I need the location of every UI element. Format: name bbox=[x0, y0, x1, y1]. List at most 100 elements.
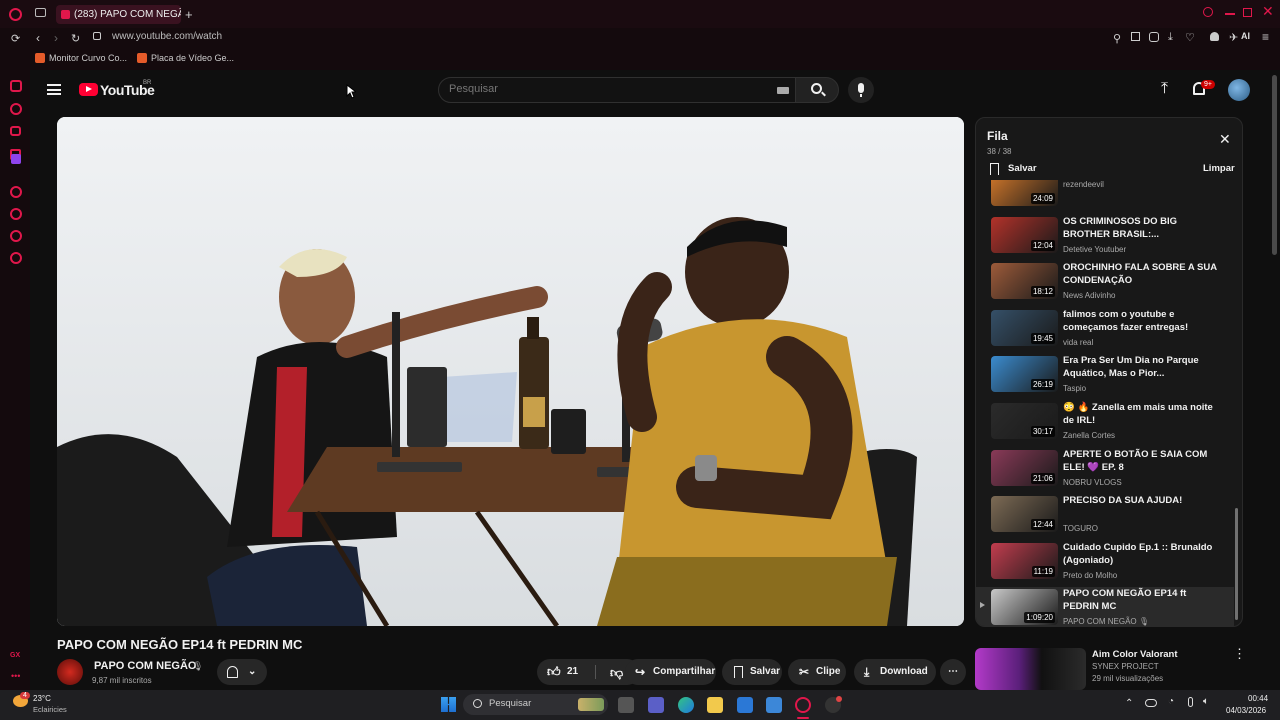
messenger-icon[interactable] bbox=[10, 126, 21, 136]
search-input[interactable] bbox=[449, 83, 749, 95]
queue-item[interactable]: 30:17 😳 🔥 Zanella em mais uma noite de IR… bbox=[976, 401, 1236, 447]
queue-item-title[interactable]: OS CRIMINOSOS DO BIG BROTHER BRASIL:... bbox=[1063, 215, 1223, 241]
recommendation-thumbnail[interactable] bbox=[975, 648, 1086, 690]
download-button[interactable]: ⤓ Download bbox=[854, 659, 936, 685]
recent-icon[interactable] bbox=[10, 103, 22, 115]
clock-time[interactable]: 00:44 bbox=[1248, 694, 1268, 703]
avatar[interactable] bbox=[1228, 79, 1250, 101]
queue-item[interactable]: 12:44 PRECISO DA SUA AJUDA! TOGURO bbox=[976, 494, 1236, 540]
microphone-tray-icon[interactable] bbox=[1188, 697, 1193, 707]
heart-icon[interactable]: ♡ bbox=[1185, 31, 1195, 44]
queue-item-title[interactable]: 😳 🔥 Zanella em mais uma noite de IRL! bbox=[1063, 401, 1223, 427]
queue-item-thumbnail[interactable]: 30:17 bbox=[991, 403, 1058, 439]
twitch-icon[interactable] bbox=[11, 154, 21, 164]
forward-icon[interactable]: › bbox=[54, 31, 58, 45]
file-explorer-icon[interactable] bbox=[707, 697, 723, 713]
taskbar-search-box[interactable]: Pesquisar bbox=[463, 694, 608, 715]
queue-item[interactable]: 18:12 OROCHINHO FALA SOBRE A SUA CONDENAÇ… bbox=[976, 261, 1236, 307]
keyboard-icon[interactable] bbox=[777, 87, 789, 94]
recommendation-menu-icon[interactable]: ⋮ bbox=[1233, 646, 1246, 662]
queue-item-thumbnail[interactable]: 18:12 bbox=[991, 263, 1058, 300]
bookmark-save-icon[interactable] bbox=[990, 163, 999, 175]
queue-item-title[interactable]: Era Pra Ser Um Dia no Parque Aquático, M… bbox=[1063, 354, 1223, 380]
search-tabs-icon[interactable] bbox=[1203, 7, 1213, 17]
teams-icon[interactable] bbox=[648, 697, 664, 713]
queue-item-thumbnail[interactable]: 19:45 bbox=[991, 309, 1058, 346]
vpn-icon[interactable] bbox=[1149, 32, 1159, 42]
hamburger-menu-icon[interactable] bbox=[47, 84, 61, 95]
weather-temp[interactable]: 23°C bbox=[33, 694, 51, 703]
queue-item[interactable]: 1:09:20 PAPO COM NEGÃO EP14 ft PEDRIN MC P… bbox=[976, 587, 1234, 626]
upload-icon[interactable]: ⤒ bbox=[1161, 80, 1168, 98]
queue-item[interactable]: 21:06 APERTE O BOTÃO E SAIA COM ELE! 💜 EP… bbox=[976, 448, 1236, 494]
account-icon[interactable] bbox=[1210, 32, 1219, 41]
settings-icon[interactable] bbox=[10, 252, 22, 264]
queue-item-thumbnail[interactable]: 12:04 bbox=[991, 216, 1058, 253]
tab-active[interactable]: (283) PAPO COM NEGÃO bbox=[56, 5, 181, 24]
snapshot-icon[interactable] bbox=[1131, 32, 1140, 41]
share-button[interactable]: ↪ Compartilhar bbox=[625, 659, 716, 685]
queue-item[interactable]: 24:09GI DO TOBOGA!!rezendeevil bbox=[976, 180, 1236, 214]
extensions-icon[interactable] bbox=[10, 230, 22, 242]
channel-name[interactable]: PAPO COM NEGÃO bbox=[94, 660, 196, 672]
queue-item-title[interactable]: APERTE O BOTÃO E SAIA COM ELE! 💜 EP. 8 bbox=[1063, 448, 1223, 474]
back-icon[interactable]: ‹ bbox=[36, 31, 40, 45]
queue-item-thumbnail[interactable]: 21:06 bbox=[991, 449, 1058, 486]
network-icon[interactable]: ◔ bbox=[1168, 696, 1174, 707]
bookmark-item[interactable]: Monitor Curvo Co... bbox=[49, 53, 127, 63]
queue-item-thumbnail[interactable]: 1:09:20 bbox=[991, 589, 1058, 626]
store-icon[interactable] bbox=[737, 697, 753, 713]
aria-label[interactable]: AI bbox=[1241, 31, 1250, 41]
channel-avatar[interactable] bbox=[57, 659, 83, 685]
queue-item-title[interactable]: falimos com o youtube e começamos fazer … bbox=[1063, 308, 1223, 334]
queue-item[interactable]: 12:04 OS CRIMINOSOS DO BIG BROTHER BRASIL… bbox=[976, 215, 1236, 261]
gx-control-icon[interactable] bbox=[10, 80, 22, 92]
queue-item[interactable]: 26:19 Era Pra Ser Um Dia no Parque Aquáti… bbox=[976, 354, 1236, 400]
close-window-icon[interactable]: ✕ bbox=[1262, 3, 1274, 20]
save-button[interactable]: Salvar bbox=[722, 659, 782, 685]
volume-icon[interactable]: 🔈︎ bbox=[1203, 696, 1209, 707]
opera-gx-taskbar-icon[interactable] bbox=[795, 697, 811, 713]
queue-clear-button[interactable]: Limpar bbox=[1203, 163, 1235, 174]
more-icon[interactable]: ••• bbox=[11, 671, 20, 681]
voice-search-button[interactable] bbox=[848, 77, 874, 103]
app-icon[interactable] bbox=[766, 697, 782, 713]
edge-icon[interactable] bbox=[678, 697, 694, 713]
menu-icon[interactable]: ≡ bbox=[1262, 30, 1269, 44]
maximize-icon[interactable] bbox=[1243, 8, 1252, 17]
close-queue-icon[interactable]: ✕ bbox=[1219, 131, 1231, 148]
queue-item-thumbnail[interactable]: 12:44 bbox=[991, 496, 1058, 533]
youtube-logo-icon[interactable] bbox=[79, 83, 98, 96]
tab-workspaces-icon[interactable] bbox=[35, 8, 46, 17]
queue-item-title[interactable]: PAPO COM NEGÃO EP14 ft PEDRIN MC bbox=[1063, 587, 1223, 613]
history-icon[interactable] bbox=[10, 208, 22, 220]
queue-item-title[interactable]: OROCHINHO FALA SOBRE A SUA CONDENAÇÃO bbox=[1063, 261, 1223, 287]
queue-item-thumbnail[interactable]: 26:19 bbox=[991, 356, 1058, 393]
pin-icon[interactable]: ⚲ bbox=[1113, 32, 1121, 45]
opera-logo-icon[interactable] bbox=[9, 8, 22, 21]
clock-date[interactable]: 04/03/2026 bbox=[1226, 706, 1266, 715]
url-field[interactable]: www.youtube.com/watch bbox=[112, 31, 222, 42]
queue-item[interactable]: 11:19 Cuidado Cupido Ep.1 :: Brunaldo (Ag… bbox=[976, 541, 1236, 587]
player-icon[interactable] bbox=[10, 186, 22, 198]
subscribed-notifications-button[interactable]: ⌄ bbox=[217, 659, 267, 685]
queue-item-title[interactable]: PRECISO DA SUA AJUDA! bbox=[1063, 494, 1223, 507]
queue-save-button[interactable]: Salvar bbox=[1008, 163, 1037, 174]
search-box[interactable] bbox=[438, 77, 826, 103]
page-scrollbar[interactable] bbox=[1272, 75, 1277, 255]
aria-icon[interactable]: ✈ bbox=[1229, 31, 1238, 44]
like-button[interactable]: 👍︎ 21 bbox=[537, 659, 595, 685]
cloud-icon[interactable] bbox=[1145, 699, 1157, 707]
clip-button[interactable]: ✂ Clipe bbox=[788, 659, 846, 685]
reload-sidebar-icon[interactable]: ⟳ bbox=[11, 32, 20, 45]
queue-scrollbar[interactable] bbox=[1235, 508, 1238, 620]
search-button[interactable] bbox=[795, 77, 839, 103]
minimize-icon[interactable] bbox=[1225, 13, 1235, 15]
more-actions-button[interactable]: ⋯ bbox=[940, 659, 966, 685]
windows-start-icon[interactable] bbox=[441, 697, 456, 712]
download-browser-icon[interactable]: ⤓ bbox=[1168, 31, 1173, 44]
reload-icon[interactable]: ↻ bbox=[71, 32, 80, 45]
recommendation-title[interactable]: Aim Color Valorant bbox=[1092, 649, 1178, 660]
new-tab-icon[interactable]: + bbox=[185, 7, 193, 22]
queue-item-thumbnail[interactable]: 24:09 bbox=[991, 180, 1058, 206]
